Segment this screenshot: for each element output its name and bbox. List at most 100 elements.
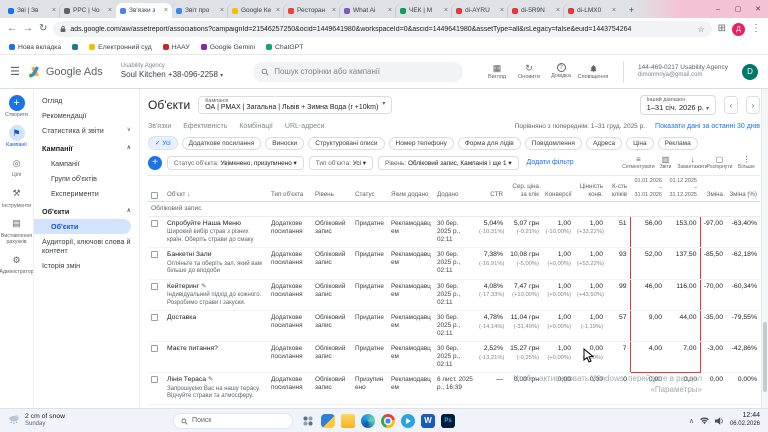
word-icon[interactable]: W (421, 414, 435, 428)
add-asset-button[interactable]: + (148, 156, 162, 170)
wifi-icon[interactable] (700, 412, 709, 430)
tab-close-icon[interactable]: × (276, 7, 280, 14)
browser-tab[interactable]: Зві | Зв× (4, 3, 60, 18)
column-header[interactable]: К-сть кліків (606, 176, 630, 202)
rail-item-goals[interactable]: ◎Цілі (0, 155, 33, 178)
bookmark-item[interactable] (72, 44, 78, 50)
tab-close-icon[interactable]: × (388, 7, 392, 14)
row-checkbox[interactable] (151, 220, 158, 227)
sidebar-item-огляд[interactable]: Огляд (34, 93, 139, 108)
asset-type-chip[interactable]: Виноски (265, 137, 304, 150)
row-checkbox[interactable] (151, 283, 158, 290)
photoshop-icon[interactable]: Ps (441, 414, 455, 428)
browser-tab[interactable]: di-5R9N× (508, 3, 564, 18)
column-header[interactable]: Тип об'єкта (268, 176, 312, 202)
sidebar-item-об-єкти[interactable]: Об'єкти (34, 219, 131, 234)
column-header[interactable]: CTR (476, 176, 506, 202)
tab-close-icon[interactable]: × (108, 7, 112, 14)
table-tool-columns[interactable]: ▥Звіти (652, 155, 679, 170)
reload-button[interactable]: ↻ (39, 24, 47, 34)
filter-pill[interactable]: Статус об'єкта: Увімкнено, призупинено ▾ (167, 156, 304, 170)
rail-item-plus[interactable]: +Створити (0, 95, 33, 118)
browser-tab[interactable]: Google Ке× (228, 3, 284, 18)
browser-tab[interactable]: Звіт про× (172, 3, 228, 18)
browser-tab[interactable]: ЧЕК | М× (396, 3, 452, 18)
sidebar-item-кампанії[interactable]: Кампанії∧ (34, 141, 139, 156)
browser-profile-avatar[interactable]: Д (732, 23, 745, 36)
tab-close-icon[interactable]: × (332, 7, 336, 14)
asset-cell[interactable]: Лінія Тераса ✎Запрошуємо Вас на нашу тер… (164, 373, 268, 404)
browser-tab[interactable]: Зв'язки з× (116, 3, 172, 18)
date-range-picker[interactable]: Інший діапазон 1–31 січ. 2026 р. ▾ (640, 95, 716, 116)
window-close-button[interactable]: ✕ (748, 5, 768, 13)
row-checkbox[interactable] (151, 345, 158, 352)
table-tool-expand[interactable]: ▢Розгорнути (706, 155, 733, 170)
asset-type-chip[interactable]: Повідомлення (525, 137, 582, 150)
bookmark-item[interactable]: НААУ (163, 44, 190, 51)
tab-close-icon[interactable]: × (220, 7, 224, 14)
window-minimize-button[interactable]: – (708, 6, 728, 13)
sidebar-item-рекомендації[interactable]: Рекомендації (34, 108, 139, 123)
column-header[interactable]: Яким додано (388, 176, 434, 202)
asset-type-chip[interactable]: Номер телефону (389, 137, 454, 150)
bookmark-item[interactable]: Google Gemini (201, 44, 255, 51)
date-next-button[interactable]: › (746, 96, 760, 114)
asset-cell[interactable]: Кейтеринг ✎Індивідуальний підхід до кожн… (164, 279, 268, 310)
column-header[interactable]: Статус (352, 176, 388, 202)
asset-type-chip[interactable]: Ціна (626, 137, 653, 150)
taskbar-search[interactable]: Поиск (173, 413, 293, 429)
sidebar-item-статистика-й-звіти[interactable]: Статистика й звіти∨ (34, 123, 139, 138)
tab-close-icon[interactable]: × (500, 7, 504, 14)
scrollbar-thumb[interactable] (763, 322, 767, 392)
column-header[interactable]: 01.01.2026 – 31.01.2026 (630, 176, 665, 202)
task-view-icon[interactable] (301, 414, 315, 428)
bookmark-item[interactable]: Нова вкладка (9, 44, 61, 51)
column-header[interactable]: Рівень (312, 176, 352, 202)
campaign-selector[interactable]: Кампанія ОА | РМАХ | Загальна | Львів + … (198, 96, 392, 115)
extensions-icon[interactable]: ⊞ (718, 24, 726, 34)
file-explorer-icon[interactable] (341, 414, 355, 428)
asset-cell[interactable]: Доставка (164, 311, 268, 342)
column-header[interactable]: Зміна (%) (726, 176, 760, 202)
telegram-icon[interactable] (401, 414, 415, 428)
window-maximize-button[interactable]: ▢ (728, 5, 748, 13)
column-header[interactable]: Додано (434, 176, 476, 202)
edit-icon[interactable]: ✎ (206, 376, 213, 383)
show-last-30-days-button[interactable]: Показати дані за останні 30 днів (655, 123, 760, 130)
rail-item-admin[interactable]: ⚙Адміністратор (0, 252, 33, 275)
rail-item-tools[interactable]: ⚒Інструменти (0, 186, 33, 209)
tab-close-icon[interactable]: × (556, 7, 560, 14)
address-bar[interactable]: ads.google.com/aw/assetreport/associatio… (53, 21, 711, 37)
bookmark-item[interactable]: ChatGPT (266, 44, 303, 51)
select-all-checkbox[interactable] (151, 192, 158, 199)
sidebar-item-групи-об-єктів[interactable]: Групи об'єктів (34, 171, 139, 186)
view-tab[interactable]: Зв'язки (148, 123, 171, 130)
filter-pill[interactable]: Рівень: Обліковий запис, Кампанія і ще 1… (378, 156, 519, 170)
clock[interactable]: 12:44 06.02.2026 (730, 412, 760, 428)
back-button[interactable]: ← (7, 24, 17, 34)
header-action-help[interactable]: ?Довідка (545, 63, 577, 80)
edge-icon[interactable] (361, 414, 375, 428)
table-tool-download[interactable]: ↓Завантажити (679, 155, 706, 170)
asset-type-chip[interactable]: Додаткове посилання (182, 137, 262, 150)
asset-type-chip[interactable]: Структуровані описи (308, 137, 384, 150)
asset-cell[interactable]: Банкетні ЗалиОгляньте та оберіть зал, як… (164, 248, 268, 279)
bookmark-star-icon[interactable]: ☆ (697, 25, 704, 34)
ads-search-input[interactable]: Пошук сторінки або кампанії (253, 62, 463, 82)
browser-tab[interactable]: di-LMX0× (564, 3, 620, 18)
vertical-scrollbar[interactable] (761, 89, 768, 408)
view-tab[interactable]: URL-адреси (285, 123, 325, 130)
tab-close-icon[interactable]: × (52, 7, 56, 14)
tab-close-icon[interactable]: × (612, 7, 616, 14)
tab-close-icon[interactable]: × (444, 7, 448, 14)
tray-expand-icon[interactable]: ∧ (689, 417, 694, 425)
column-header[interactable]: Сер. ціна за клік (506, 176, 542, 202)
column-header[interactable]: Цінність конв. (574, 176, 606, 202)
asset-type-chip[interactable]: Адреса (586, 137, 622, 150)
tab-close-icon[interactable]: × (164, 7, 168, 14)
asset-cell[interactable]: Спробуйте Наша МенюШирокий вибір страв з… (164, 216, 268, 247)
account-info[interactable]: 144-469-0217 Usability Agency dimonmriya… (638, 64, 728, 80)
column-header[interactable]: Конверсії (542, 176, 574, 202)
sidebar-item-аудиторії-ключові-слова-й-контент[interactable]: Аудиторії, ключові слова й контент (34, 234, 139, 258)
forward-button[interactable]: → (23, 24, 33, 34)
